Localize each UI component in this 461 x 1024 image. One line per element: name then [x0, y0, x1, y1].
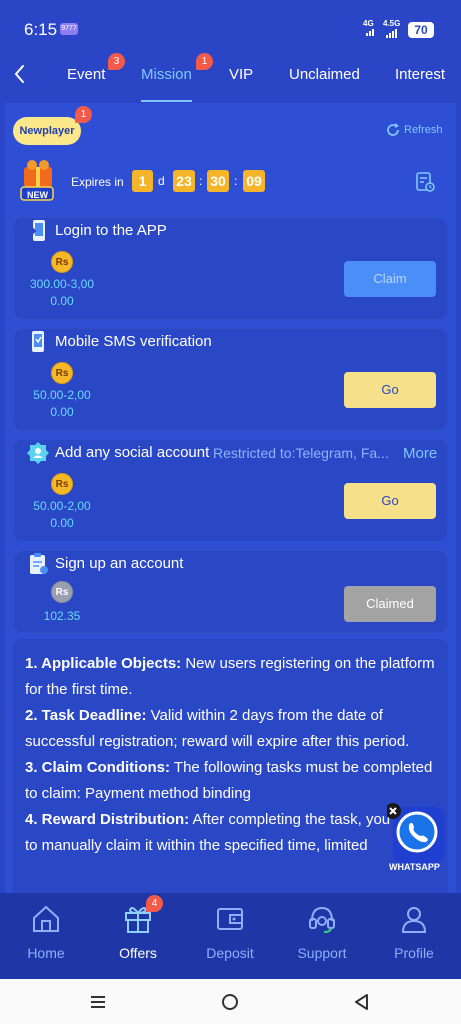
- task-title: Add any social account: [55, 444, 210, 461]
- task-reward-value: 102.35: [43, 609, 81, 623]
- tab-event[interactable]: Event: [67, 66, 105, 83]
- status-time: 6:15: [24, 20, 58, 39]
- back-button-icon[interactable]: [349, 989, 375, 1015]
- task-card-social: Add any social account Restricted to:Tel…: [13, 439, 448, 542]
- rules-text: 1. Applicable Objects: New users registe…: [13, 639, 448, 893]
- home-button-icon[interactable]: [217, 989, 243, 1015]
- nav-label: Support: [297, 945, 347, 961]
- rule-item: 3. Claim Conditions: The following tasks…: [25, 755, 436, 807]
- nav-deposit[interactable]: Deposit: [184, 901, 276, 971]
- headset-icon: [309, 906, 335, 933]
- countdown-sep: :: [234, 174, 238, 188]
- mission-content: Newplayer 1 Refresh NEW Expires in 1 d 2…: [5, 103, 456, 893]
- refresh-label: Refresh: [404, 124, 443, 136]
- rule-heading: 3. Claim Conditions:: [25, 759, 171, 776]
- countdown-minutes: 30: [207, 170, 229, 192]
- recent-apps-icon[interactable]: [85, 989, 111, 1015]
- claim-button[interactable]: Claim: [344, 261, 436, 297]
- countdown-seconds: 09: [243, 170, 265, 192]
- task-card-login: Login to the APP Rs 300.00-3,00 0.00 Cla…: [13, 217, 448, 320]
- rule-heading: 1. Applicable Objects:: [25, 655, 182, 672]
- rupee-coin-icon: Rs: [51, 473, 73, 495]
- task-reward-value: 0.00: [50, 405, 74, 419]
- task-reward-range: 50.00-2,00: [33, 499, 91, 513]
- rupee-coin-icon: Rs: [51, 581, 73, 603]
- whatsapp-icon: [385, 803, 445, 863]
- nav-label: Offers: [119, 945, 157, 961]
- countdown-hours: 23: [173, 170, 195, 192]
- claimed-button[interactable]: Claimed: [344, 586, 436, 622]
- task-reward-value: 0.00: [50, 516, 74, 530]
- countdown-days: 1: [132, 170, 153, 192]
- tab-mission-badge: 1: [196, 53, 213, 70]
- back-arrow-icon[interactable]: [8, 60, 32, 88]
- task-title: Login to the APP: [55, 222, 167, 239]
- app-notification-icon: 9777: [60, 23, 78, 35]
- wallet-icon: [217, 908, 243, 930]
- task-history-icon[interactable]: [413, 170, 437, 194]
- task-card-signup: Sign up an account Rs 102.35 Claimed: [13, 550, 448, 633]
- phone-login-icon: [28, 220, 45, 241]
- rule-item: 2. Task Deadline: Valid within 2 days fr…: [25, 703, 436, 755]
- task-card-sms: Mobile SMS verification Rs 50.00-2,00 0.…: [13, 328, 448, 431]
- go-button[interactable]: Go: [344, 483, 436, 519]
- social-account-icon: [27, 442, 49, 464]
- tab-unclaimed[interactable]: Unclaimed: [289, 66, 360, 83]
- task-title: Sign up an account: [55, 555, 184, 572]
- whatsapp-label: WHATSAPP: [389, 862, 440, 872]
- countdown-sep: :: [199, 174, 203, 188]
- network-45g-icon: 4.5G: [383, 19, 401, 28]
- status-bar: 6:15 9777 4G 4.5G 70: [0, 0, 461, 48]
- nav-support[interactable]: Support: [276, 901, 368, 971]
- rule-item: 1. Applicable Objects: New users registe…: [25, 651, 436, 703]
- active-tab-indicator: [141, 100, 192, 102]
- app-screen: 6:15 9777 4G 4.5G 70 Event 3 Mission 1 V…: [0, 0, 461, 1024]
- nav-home[interactable]: Home: [0, 901, 92, 971]
- new-label: NEW: [27, 190, 48, 200]
- rule-item: 4. Reward Distribution: After completing…: [25, 807, 436, 859]
- task-reward-range: 300.00-3,00: [29, 277, 95, 291]
- nav-offers[interactable]: 4 Offers: [92, 895, 184, 971]
- bottom-nav: Home 4 Offers Deposit Support Profile: [0, 893, 461, 979]
- task-reward-range: 50.00-2,00: [33, 388, 91, 402]
- nav-offers-badge: 4: [146, 895, 163, 912]
- rule-heading: 2. Task Deadline:: [25, 707, 147, 724]
- nav-label: Profile: [394, 945, 434, 961]
- task-reward-value: 0.00: [50, 294, 74, 308]
- network-4g-icon: 4G: [363, 19, 374, 28]
- rule-heading: 4. Reward Distribution:: [25, 811, 190, 828]
- tab-mission[interactable]: Mission: [141, 66, 192, 83]
- newplayer-tab[interactable]: Newplayer: [13, 117, 81, 145]
- nav-profile[interactable]: Profile: [368, 901, 460, 971]
- tab-vip[interactable]: VIP: [229, 66, 253, 83]
- nav-label: Deposit: [206, 945, 254, 961]
- whatsapp-float-button[interactable]: WHATSAPP: [385, 803, 449, 873]
- more-link[interactable]: More: [403, 445, 437, 462]
- signal-bars-icon: [386, 29, 397, 38]
- user-icon: [401, 907, 427, 933]
- signup-clipboard-icon: [30, 553, 48, 574]
- expires-label: Expires in: [71, 175, 124, 189]
- mission-tabbar: Event 3 Mission 1 VIP Unclaimed Interest: [0, 48, 461, 102]
- refresh-button[interactable]: Refresh: [385, 122, 443, 138]
- countdown-day-unit: d: [158, 174, 165, 188]
- tab-event-badge: 3: [108, 53, 125, 70]
- nav-label: Home: [27, 945, 65, 961]
- newplayer-badge: 1: [75, 106, 92, 123]
- go-button[interactable]: Go: [344, 372, 436, 408]
- home-icon: [33, 905, 59, 932]
- refresh-icon: [387, 123, 399, 136]
- rupee-coin-icon: Rs: [51, 251, 73, 273]
- system-nav-bar: [0, 979, 461, 1024]
- mobile-sms-icon: [32, 331, 44, 352]
- task-title: Mobile SMS verification: [55, 333, 212, 350]
- rupee-coin-icon: Rs: [51, 362, 73, 384]
- signal-bars-icon: [366, 29, 374, 36]
- task-restriction: Restricted to:Telegram, Fa...: [213, 445, 389, 461]
- tab-interest[interactable]: Interest: [395, 66, 445, 83]
- battery-icon: 70: [408, 22, 434, 38]
